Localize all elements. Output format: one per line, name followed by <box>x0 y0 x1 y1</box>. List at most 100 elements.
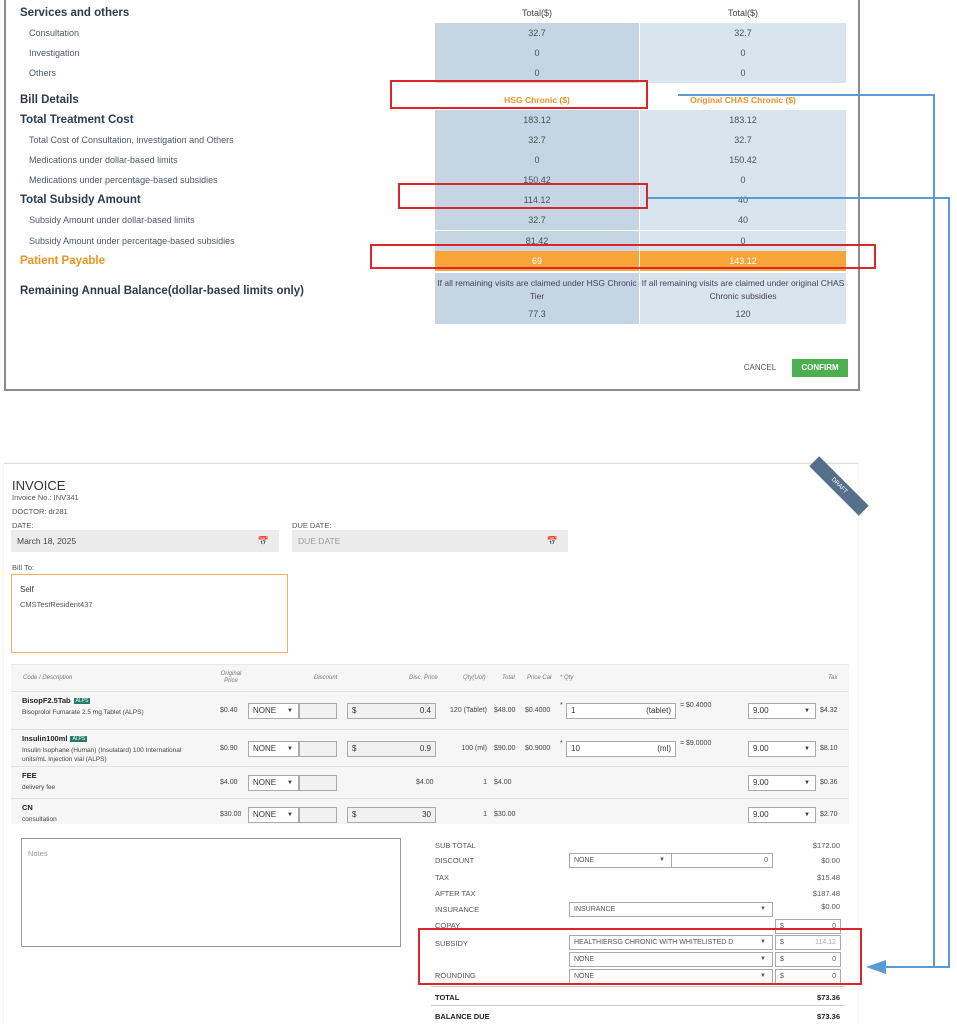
after-tax-label: AFTER TAX <box>435 889 476 898</box>
item-code-text: Insulin100ml <box>22 734 68 743</box>
chevron-down-icon: ▼ <box>287 746 293 752</box>
chevron-down-icon: ▼ <box>659 857 665 863</box>
discount-value: $0.00 <box>821 856 840 865</box>
tax-rate-value: 9.00 <box>753 744 769 753</box>
alps-badge: ALPS <box>70 736 88 743</box>
dialog-hsg-value: Total($) <box>521 8 552 18</box>
tax-rate-select[interactable]: 9.00 ▼ <box>748 741 816 757</box>
dialog-row-label: Medications under dollar-based limits <box>29 155 178 165</box>
calendar-icon[interactable]: 📅 <box>258 530 269 552</box>
discount-amount-input[interactable] <box>299 775 337 791</box>
item-original-price: $30.00 <box>220 811 242 818</box>
item-code: FEE <box>22 771 37 780</box>
uom-label: (ml) <box>657 744 671 753</box>
table-row: CN consultation $30.00 NONE ▼ $30 1 $30.00 9.00 ▼… <box>11 798 849 830</box>
tax-value: $15.48 <box>817 873 840 882</box>
dollar-sign: $ <box>352 810 357 819</box>
bill-to-label: Bill To: <box>12 563 34 572</box>
item-original-price: $0.90 <box>220 745 238 752</box>
date-input[interactable]: March 18, 2025 📅 <box>11 530 279 552</box>
date-label: DATE: <box>12 521 34 530</box>
doctor-label: DOCTOR: dr281 <box>12 507 68 516</box>
col-code: Code / Description <box>23 675 73 681</box>
discount-type-select[interactable]: NONE ▼ <box>248 703 299 719</box>
price-cal-result: = $0.4000 <box>680 702 712 709</box>
due-date-input[interactable]: DUE DATE 📅 <box>292 530 568 552</box>
total-value: $73.36 <box>817 993 840 1002</box>
qty-input[interactable]: 10 (ml) <box>566 741 676 757</box>
dialog-row-label: Others <box>29 68 57 78</box>
col-discount: Discount <box>314 675 338 681</box>
invoice-number: Invoice No.: INV341 <box>12 493 79 502</box>
dollar-sign: $ <box>352 744 357 753</box>
item-description: delivery fee <box>22 784 56 791</box>
cancel-button[interactable]: CANCEL <box>732 359 788 377</box>
tax-rate-value: 9.00 <box>753 778 769 787</box>
invoice-title: INVOICE <box>12 478 66 493</box>
total-label: TOTAL <box>435 993 460 1002</box>
dialog-row-label: Consultation <box>29 28 80 38</box>
col-price-cal: Price Cal <box>527 675 552 681</box>
dialog-row-label: Total Cost of Consultation, investigatio… <box>29 135 234 145</box>
item-total: $30.00 <box>494 811 516 818</box>
disc-price-input[interactable]: $30 <box>347 807 436 823</box>
col-original-price: Original Price <box>220 671 242 684</box>
dialog-hsg-value: 183.12 <box>435 110 639 130</box>
item-code: CN <box>22 803 33 812</box>
balance-due-label: BALANCE DUE <box>435 1012 490 1021</box>
insurance-select[interactable]: INSURANCE ▼ <box>569 902 773 917</box>
discount-type-value: NONE <box>253 778 277 787</box>
discount-type-select[interactable]: NONE ▼ <box>248 807 299 823</box>
divider <box>431 1005 845 1006</box>
item-total: $48.00 <box>494 707 516 714</box>
remaining-hsg-value: 77.3 <box>435 304 639 324</box>
col-qty: Qty(UoI) <box>463 675 486 681</box>
discount-select[interactable]: NONE ▼ <box>569 853 672 868</box>
dialog-hsg-value: 32.7 <box>435 23 639 43</box>
items-table: Code / Description Original Price Discou… <box>11 664 849 824</box>
dialog-chas-value: 0 <box>640 43 846 63</box>
tax-rate-select[interactable]: 9.00 ▼ <box>748 703 816 719</box>
table-row: BisopF2.5Tab ALPS Bisoprolol Fumarate 2.5 … <box>11 691 849 729</box>
dialog-row: Total Treatment Cost 183.12 183.12 <box>6 110 856 130</box>
due-date-label: DUE DATE: <box>292 521 332 530</box>
discount-amount-input[interactable] <box>299 741 337 757</box>
dialog-chas-value: 150.42 <box>640 150 846 170</box>
qty-input[interactable]: 1 (tablet) <box>566 703 676 719</box>
calendar-icon[interactable]: 📅 <box>547 530 558 552</box>
due-date-placeholder: DUE DATE <box>298 536 341 546</box>
tax-rate-select[interactable]: 9.00 ▼ <box>748 775 816 791</box>
discount-amount-input[interactable] <box>299 807 337 823</box>
table-row: FEE delivery fee $4.00 NONE ▼ $4.00 1 $4.00 9.00… <box>11 766 849 798</box>
discount-amount-input[interactable] <box>299 703 337 719</box>
dialog-hsg-value: 0 <box>435 150 639 170</box>
discount-type-select[interactable]: NONE ▼ <box>248 775 299 791</box>
tax-rate-value: 9.00 <box>753 706 769 715</box>
insurance-select-value: INSURANCE <box>574 906 616 913</box>
disc-price-input[interactable]: $0.9 <box>347 741 436 757</box>
chevron-down-icon: ▼ <box>760 906 766 912</box>
highlight-invoice-subsidy <box>418 928 862 985</box>
dialog-chas-value: Original CHAS Chronic ($) <box>690 95 796 105</box>
dialog-hsg-value: 0 <box>435 43 639 63</box>
discount-type-select[interactable]: NONE ▼ <box>248 741 299 757</box>
tax-rate-select[interactable]: 9.00 ▼ <box>748 807 816 823</box>
disc-price-value: 0.9 <box>419 744 431 753</box>
tax-label: TAX <box>435 873 450 882</box>
disc-price-value: $4.00 <box>416 779 434 786</box>
disc-price-input[interactable]: $0.4 <box>347 703 436 719</box>
item-original-price: $4.00 <box>220 779 238 786</box>
price-cal-result: = $9.0000 <box>680 740 712 747</box>
bill-to-box[interactable]: Self CMSTestResident437 <box>11 574 288 653</box>
confirm-button[interactable]: CONFIRM <box>792 359 848 377</box>
multiply-star: * <box>560 702 563 709</box>
col-tax: Tax <box>828 675 838 681</box>
item-code: Insulin100ml ALPS <box>22 734 88 743</box>
item-tax: $4.32 <box>820 707 838 714</box>
table-row: Insulin100ml ALPS Insulin Isophane (Human)… <box>11 729 849 766</box>
uom-label: (tablet) <box>646 706 671 715</box>
discount-input[interactable]: 0 <box>671 853 773 868</box>
dialog-row-label: Subsidy Amount under dollar-based limits <box>29 215 195 225</box>
notes-textarea[interactable]: Notes <box>21 838 401 947</box>
item-tax: $8.10 <box>820 745 838 752</box>
